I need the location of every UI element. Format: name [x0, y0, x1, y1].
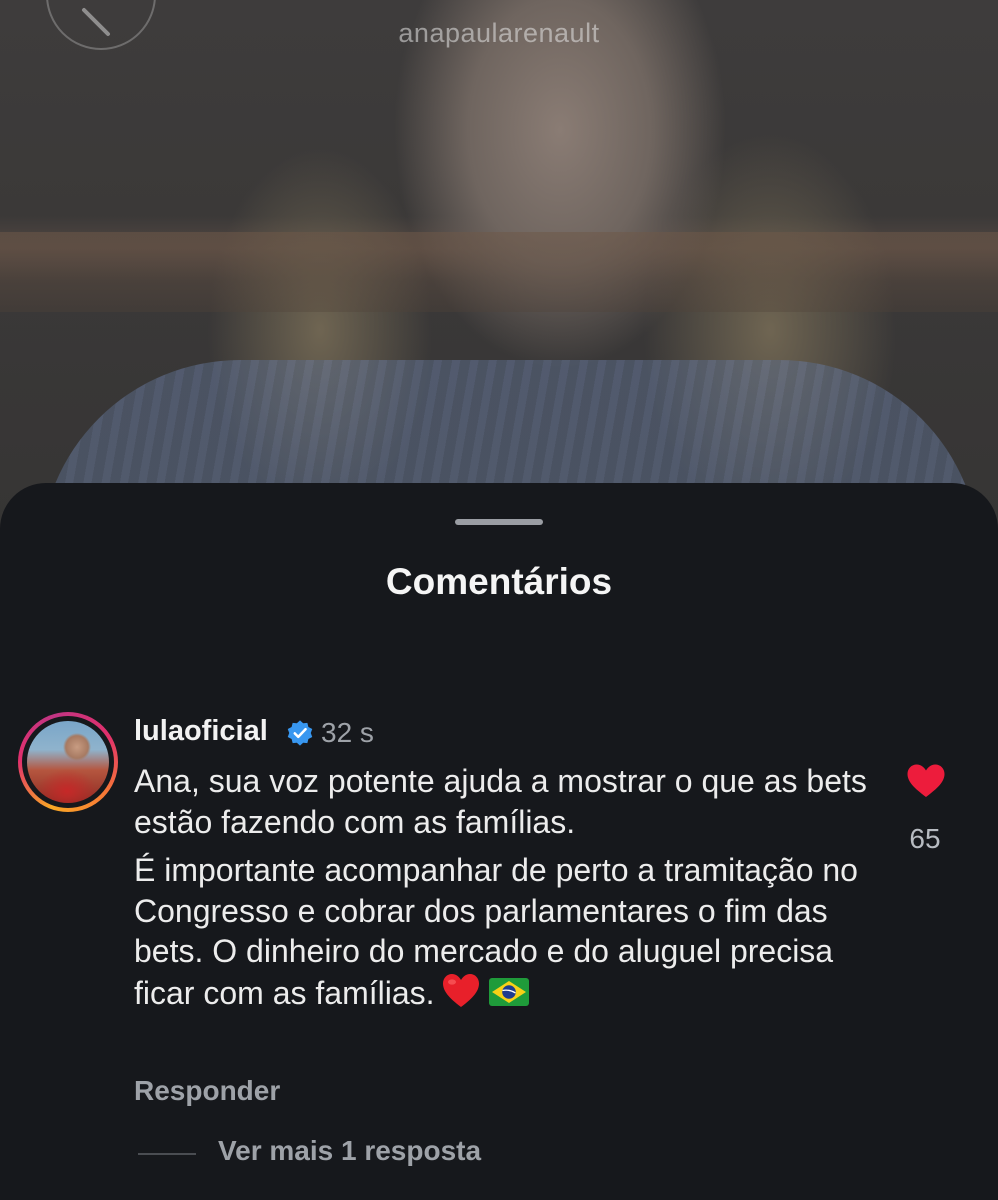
red-heart-emoji-icon	[442, 973, 479, 1007]
avatar-image	[27, 721, 109, 803]
video-username[interactable]: anapaularenault	[0, 18, 998, 49]
video-shelf	[0, 232, 998, 312]
like-heart-icon[interactable]	[906, 763, 946, 799]
replies-divider	[138, 1153, 196, 1155]
like-count: 65	[909, 823, 941, 854]
comment-timestamp: 32 s	[321, 717, 374, 748]
comment-username[interactable]: lulaoficial	[134, 715, 268, 748]
comments-sheet: Comentários lulaoficial 32 s Ana, sua vo…	[0, 483, 998, 1200]
reply-button[interactable]: Responder	[134, 1075, 280, 1107]
sheet-title: Comentários	[385, 561, 613, 602]
verified-badge-icon	[287, 720, 313, 746]
view-more-replies-button[interactable]: Ver mais 1 resposta	[218, 1135, 481, 1167]
brazil-flag-emoji-icon	[488, 977, 529, 1006]
avatar[interactable]	[18, 712, 118, 812]
comment-text: Ana, sua voz potente ajuda a mostrar o q…	[134, 761, 874, 1021]
sheet-grab-handle[interactable]	[455, 519, 543, 525]
comment-paragraph-2: É importante acompanhar de perto a trami…	[134, 852, 858, 1011]
comment-paragraph-1: Ana, sua voz potente ajuda a mostrar o q…	[134, 763, 867, 840]
video-background: anapaularenault	[0, 0, 998, 560]
